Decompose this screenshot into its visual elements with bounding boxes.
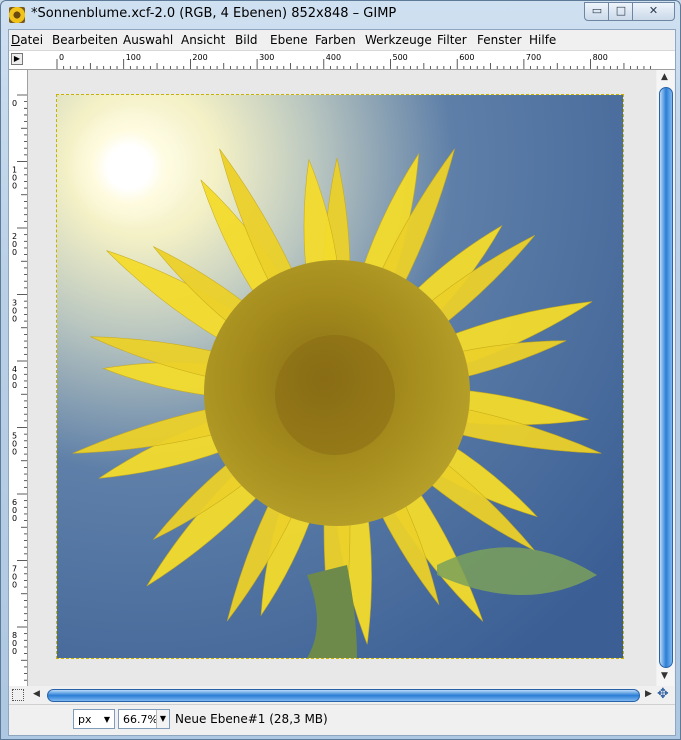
maximize-button[interactable]: □ (608, 2, 634, 21)
menu-bild[interactable]: Bild (235, 33, 258, 47)
ruler-label: 800 (593, 53, 608, 62)
ruler-label: 600 (459, 53, 474, 62)
quick-mask-icon[interactable] (12, 689, 24, 701)
menu-fenster[interactable]: Fenster (477, 33, 522, 47)
ruler-label: 200 (192, 53, 207, 62)
ruler-label: 400 (326, 53, 341, 62)
sunflower-image[interactable] (56, 94, 624, 659)
scroll-up-icon[interactable]: ▲ (661, 72, 668, 82)
ruler-label: 0 (12, 448, 17, 457)
unit-select[interactable]: px ▼ (73, 709, 115, 729)
ruler-label: 0 (12, 248, 17, 257)
zoom-dropdown-icon[interactable]: ▼ (156, 710, 169, 728)
minimize-button[interactable]: ▭ (584, 2, 610, 21)
scroll-left-icon[interactable]: ◀ (33, 689, 40, 699)
menu-auswahl[interactable]: Auswahl (123, 33, 173, 47)
menu-ebene[interactable]: Ebene (270, 33, 308, 47)
ruler-label: 0 (12, 381, 17, 390)
canvas-area[interactable] (28, 70, 656, 686)
scroll-right-icon[interactable]: ▶ (645, 689, 652, 699)
zoom-value: 66.7% (123, 713, 158, 726)
vertical-scroll-thumb[interactable] (659, 87, 673, 668)
ruler-label: 100 (126, 53, 141, 62)
vertical-ruler[interactable]: 0100200300400500600700800 (9, 70, 28, 686)
zoom-combo[interactable]: 66.7% ▼ (118, 709, 170, 729)
horizontal-ruler-ticks: 0 100 200 300 400 500 600 700 800 (56, 53, 652, 69)
ruler-label: 0 (12, 182, 17, 191)
ruler-label: 300 (259, 53, 274, 62)
vertical-ruler-ticks: 0100200300400500600700800 (12, 94, 27, 681)
gimp-icon[interactable] (9, 7, 25, 23)
scroll-down-icon[interactable]: ▼ (661, 671, 668, 681)
gimp-image-window: *Sonnenblume.xcf-2.0 (RGB, 4 Ebenen) 852… (0, 0, 681, 740)
menu-bar: Datei Bearbeiten Auswahl Ansicht Bild Eb… (9, 30, 675, 51)
horizontal-ruler[interactable]: ▶ 0 100 200 300 400 500 600 700 800 (9, 51, 675, 70)
ruler-label: 0 (12, 315, 17, 324)
menu-werkzeuge[interactable]: Werkzeuge (365, 33, 432, 47)
menu-datei[interactable]: Datei (11, 33, 43, 47)
ruler-label: 0 (59, 53, 64, 62)
menu-bearbeiten[interactable]: Bearbeiten (52, 33, 118, 47)
navigate-icon[interactable]: ✥ (657, 686, 669, 702)
close-button[interactable]: ✕ (632, 2, 675, 21)
menu-filter[interactable]: Filter (437, 33, 467, 47)
horizontal-scroll-thumb[interactable] (47, 689, 640, 702)
window-title: *Sonnenblume.xcf-2.0 (RGB, 4 Ebenen) 852… (31, 6, 397, 21)
ruler-label: 0 (12, 99, 17, 108)
vertical-scrollbar[interactable]: ▲ ▼ (657, 70, 674, 686)
ruler-label: 700 (526, 53, 541, 62)
menu-ansicht[interactable]: Ansicht (181, 33, 225, 47)
menu-farben[interactable]: Farben (315, 33, 356, 47)
ruler-label: 0 (12, 647, 17, 656)
menu-datei-rest: atei (20, 33, 44, 47)
unit-value: px (78, 713, 92, 726)
horizontal-scroll-row: ◀ ▶ ✥ (9, 686, 675, 704)
status-bar: px ▼ 66.7% ▼ Neue Ebene#1 (28,3 MB) (9, 704, 675, 733)
ruler-label: 500 (393, 53, 408, 62)
image-window-client: Datei Bearbeiten Auswahl Ansicht Bild Eb… (8, 29, 676, 736)
ruler-label: 0 (12, 514, 17, 523)
status-text: Neue Ebene#1 (28,3 MB) (175, 712, 328, 726)
ruler-label: 0 (12, 581, 17, 590)
chevron-down-icon: ▼ (103, 715, 110, 724)
title-bar[interactable]: *Sonnenblume.xcf-2.0 (RGB, 4 Ebenen) 852… (1, 1, 680, 29)
menu-hilfe[interactable]: Hilfe (529, 33, 556, 47)
